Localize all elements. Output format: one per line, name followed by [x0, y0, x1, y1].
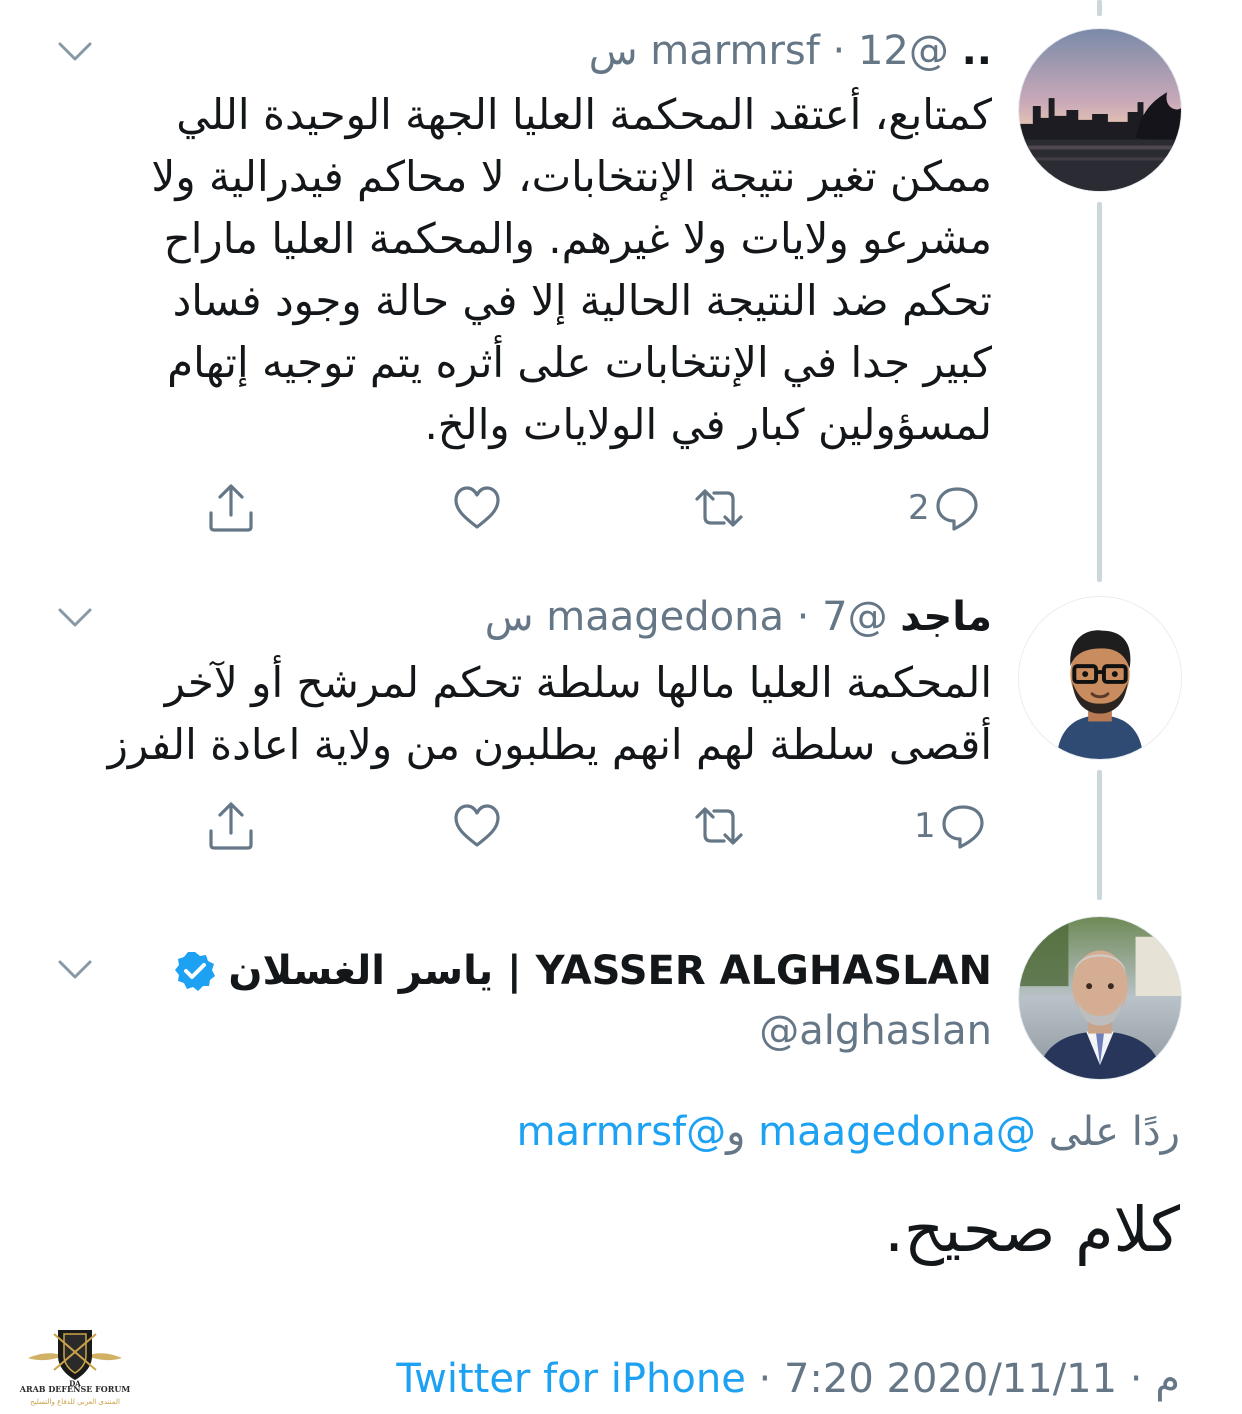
tweet-line: كبير جدا في الإنتخابات على أثره يتم توجي…	[167, 338, 992, 387]
avatar-maagedona[interactable]	[1018, 596, 1182, 760]
tweet-line: المحكمة العليا مالها سلطة تحكم لمرشح أو …	[164, 658, 992, 707]
reply-count: 2	[908, 488, 930, 528]
main-tweet-text: كلام صحيح.	[884, 1193, 1180, 1266]
reply-count: 1	[914, 806, 936, 846]
separator-dot: ·	[819, 28, 858, 74]
svg-text:DA: DA	[69, 1379, 81, 1388]
retweet-icon	[695, 489, 743, 527]
retweet-icon	[695, 807, 743, 845]
arab-defense-forum-logo-icon: ARAB DEFENSE FORUM المنتدى العربي للدفاع…	[19, 1330, 130, 1406]
tweet-footer: Twitter for iPhone · 7:20 م · 2020/11/11	[396, 1352, 1180, 1406]
main-author-name[interactable]: ياسر الغسلان | YASSER ALGHASLAN	[228, 944, 992, 998]
reply-button[interactable]: 2	[908, 478, 982, 538]
heart-icon	[454, 486, 500, 529]
share-button[interactable]	[206, 796, 256, 856]
man-portrait-avatar-icon	[1019, 917, 1181, 1079]
tweet-source[interactable]: Twitter for iPhone	[396, 1356, 746, 1402]
footer-dot: ·	[745, 1356, 784, 1402]
city-skyline-avatar-icon	[1019, 29, 1181, 191]
like-button[interactable]	[452, 796, 502, 856]
main-author-handle[interactable]: @alghaslan	[759, 1004, 992, 1058]
tweet-header-2: ماجد @maagedona · 7 س	[485, 590, 992, 644]
tweet-line: أقصى سلطة لهم انهم يطلبون من ولاية اعادة…	[107, 720, 992, 769]
tweet-line: كمتابع، أعتقد المحكمة العليا الجهة الوحي…	[176, 90, 992, 139]
verified-badge-icon	[175, 952, 216, 991]
retweet-button[interactable]	[694, 796, 744, 856]
tweet-header-1: .. @marmrsf · 12 س	[589, 24, 992, 78]
author-name[interactable]: ماجد	[900, 594, 992, 640]
reply-mention-maagedona[interactable]: @maagedona	[758, 1109, 1036, 1155]
reply-button[interactable]: 1	[914, 796, 988, 856]
share-button[interactable]	[206, 478, 256, 538]
share-icon	[209, 484, 253, 532]
tweet-line: ممكن تغير نتيجة الإنتخابات، لا محاكم فيد…	[151, 152, 992, 201]
reply-icon	[936, 487, 978, 531]
avatar-marmrsf[interactable]	[1018, 28, 1182, 192]
separator-dot: ·	[783, 594, 823, 640]
replying-to-prefix: ردًا على	[1035, 1109, 1180, 1155]
replying-to: ردًا على @maagedona و@marmrsf	[517, 1104, 1180, 1160]
chevron-down-icon[interactable]	[58, 608, 92, 628]
footer-dot: ·	[1117, 1356, 1156, 1402]
cartoon-man-avatar-icon	[1019, 597, 1181, 759]
chevron-down-icon[interactable]	[58, 960, 92, 980]
heart-icon	[454, 804, 500, 847]
tweet-date: 2020/11/11	[886, 1356, 1118, 1402]
main-author-name-row[interactable]: ياسر الغسلان | YASSER ALGHASLAN	[174, 944, 992, 998]
svg-text:المنتدى العربي للدفاع والتسليح: المنتدى العربي للدفاع والتسليح	[30, 1398, 120, 1406]
retweet-button[interactable]	[694, 478, 744, 538]
tweet-text-2: المحكمة العليا مالها سلطة تحكم لمرشح أو …	[72, 652, 992, 776]
reply-mention-marmrsf[interactable]: @marmrsf	[517, 1109, 727, 1155]
author-name[interactable]: ..	[962, 28, 992, 74]
tweet-line: لمسؤولين كبار في الولايات والخ.	[424, 400, 992, 449]
tweet-actions-1: 2	[0, 478, 1242, 538]
tweet-line: تحكم ضد النتيجة الحالية إلا في حالة وجود…	[172, 276, 992, 325]
tweet-text-1: كمتابع، أعتقد المحكمة العليا الجهة الوحي…	[72, 84, 992, 456]
thread-line-top	[1097, 0, 1102, 16]
tweet-line: مشرعو ولايات ولا غيرهم. والمحكمة العليا …	[163, 214, 992, 263]
avatar-alghaslan[interactable]	[1018, 916, 1182, 1080]
replying-to-and: و	[726, 1109, 759, 1155]
like-button[interactable]	[452, 478, 502, 538]
share-icon	[209, 802, 253, 850]
chevron-down-icon[interactable]	[58, 42, 92, 62]
reply-icon	[942, 805, 984, 849]
tweet-actions-2: 1	[0, 796, 1242, 856]
